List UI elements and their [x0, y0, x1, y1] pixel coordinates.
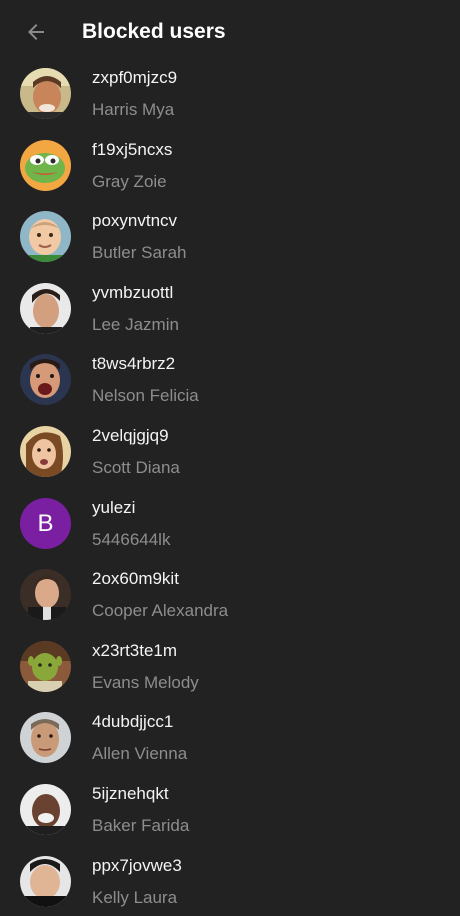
list-item[interactable]: ppx7jovwe3 Kelly Laura — [0, 845, 460, 916]
display-name: Baker Farida — [92, 815, 190, 835]
username: zxpf0mjzc9 — [92, 68, 178, 87]
page-title: Blocked users — [82, 20, 226, 43]
list-item[interactable]: B yulezi 5446644lk — [0, 487, 460, 559]
avatar — [20, 282, 71, 334]
username: t8ws4rbrz2 — [92, 354, 176, 374]
display-name: Lee Jazmin — [92, 314, 179, 334]
display-name: Butler Sarah — [92, 243, 187, 263]
avatar — [20, 354, 71, 406]
app-bar: Blocked users — [0, 0, 460, 64]
username: yulezi — [92, 497, 136, 517]
list-item[interactable]: f19xj5ncxs Gray Zoie — [0, 129, 460, 201]
display-name: Gray Zoie — [92, 171, 167, 191]
avatar — [20, 68, 71, 119]
list-item[interactable]: 5ijznehqkt Baker Farida — [0, 773, 460, 845]
display-name: Cooper Alexandra — [92, 601, 229, 621]
list-item[interactable]: 2velqjgjq9 Scott Diana — [0, 415, 460, 487]
username: ppx7jovwe3 — [92, 855, 182, 875]
username: x23rt3te1m — [92, 640, 178, 660]
avatar — [20, 139, 71, 191]
username: 5ijznehqkt — [92, 783, 169, 803]
avatar — [20, 712, 71, 764]
username: poxynvtncv — [92, 211, 178, 231]
avatar — [20, 783, 71, 835]
list-item[interactable]: 4dubdjjcc1 Allen Vienna — [0, 701, 460, 773]
list-item[interactable]: poxynvtncv Butler Sarah — [0, 200, 460, 272]
avatar — [20, 211, 71, 263]
display-name: Evans Melody — [92, 672, 199, 692]
avatar — [20, 425, 71, 477]
display-name: Harris Mya — [92, 100, 175, 119]
username: 2velqjgjq9 — [92, 425, 169, 445]
list-item[interactable]: x23rt3te1m Evans Melody — [0, 630, 460, 702]
blocked-users-list: zxpf0mjzc9 Harris Mya f19xj5ncxs Gray Zo… — [0, 57, 460, 916]
list-item[interactable]: zxpf0mjzc9 Harris Mya — [0, 57, 460, 129]
username: 4dubdjjcc1 — [92, 712, 174, 732]
arrow-left-icon — [28, 24, 44, 40]
avatar — [20, 569, 71, 621]
display-name: Kelly Laura — [92, 887, 178, 907]
avatar — [20, 855, 71, 907]
back-button[interactable] — [14, 14, 58, 50]
avatar — [20, 640, 71, 692]
display-name: 5446644lk — [92, 529, 171, 549]
display-name: Nelson Felicia — [92, 386, 199, 406]
list-item[interactable]: yvmbzuottl Lee Jazmin — [0, 272, 460, 344]
avatar-letter: B — [37, 509, 54, 537]
list-item[interactable]: 2ox60m9kit Cooper Alexandra — [0, 558, 460, 630]
display-name: Allen Vienna — [92, 744, 188, 764]
display-name: Scott Diana — [92, 457, 180, 477]
username: 2ox60m9kit — [92, 569, 179, 589]
list-item[interactable]: t8ws4rbrz2 Nelson Felicia — [0, 343, 460, 415]
avatar: B — [20, 497, 71, 549]
username: yvmbzuottl — [92, 282, 174, 302]
username: f19xj5ncxs — [92, 139, 173, 159]
